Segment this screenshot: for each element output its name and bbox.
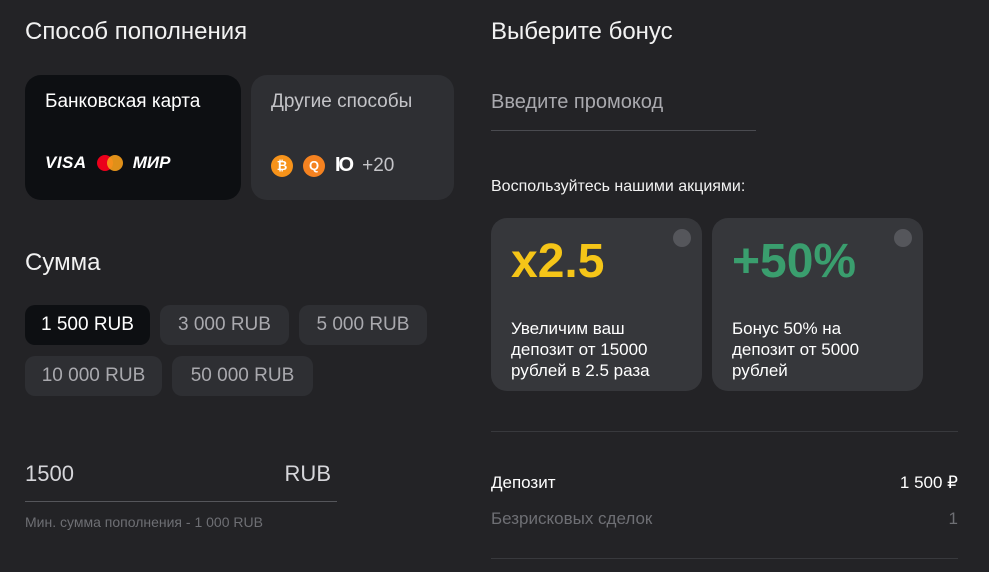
amount-currency: RUB — [284, 461, 331, 486]
other-method-icons: ₿ Q IO +20 — [271, 154, 394, 177]
amount-heading: Сумма — [25, 249, 101, 276]
promo-code-placeholder: Введите промокод — [491, 91, 664, 113]
amount-chip-50000[interactable]: 50 000 RUB — [172, 356, 313, 396]
bitcoin-icon: ₿ — [271, 154, 293, 177]
bonus-value: x2.5 — [511, 235, 605, 288]
amount-chip-5000[interactable]: 5 000 RUB — [299, 305, 427, 345]
bonus-description: Увеличим ваш депозит от 15000 рублей в 2… — [511, 319, 650, 380]
other-methods-label: Другие способы — [271, 91, 413, 112]
deposit-value: 1 500 ₽ — [899, 473, 958, 492]
bonus-heading: Выберите бонус — [491, 18, 673, 45]
bonus-value: +50% — [732, 235, 857, 288]
riskfree-value: 1 — [948, 509, 958, 528]
mir-logo: МИР — [132, 153, 171, 172]
bonus-description: Бонус 50% на депозит от 5000 рублей — [732, 319, 860, 380]
divider — [491, 558, 958, 559]
radio-icon[interactable] — [894, 229, 912, 247]
promo-code-input[interactable]: Введите промокод — [491, 85, 756, 131]
min-amount-hint: Мин. сумма пополнения - 1 000 RUB — [25, 514, 263, 530]
card-brands: VISA МИР — [45, 153, 170, 173]
yoomoney-icon: IO — [335, 154, 354, 176]
mastercard-icon — [96, 155, 123, 171]
bonus-offer-50-percent[interactable]: +50% Бонус 50% на депозит от 5000 рублей — [712, 218, 923, 391]
visa-logo: VISA — [45, 153, 87, 172]
deposit-label: Депозит — [491, 473, 556, 492]
qiwi-icon: Q — [303, 154, 325, 177]
promotions-label: Воспользуйтесь нашими акциями: — [491, 178, 746, 195]
amount-value: 1500 — [25, 461, 74, 486]
amount-chip-1500[interactable]: 1 500 RUB — [25, 305, 150, 345]
more-methods-count: +20 — [362, 154, 395, 176]
radio-icon[interactable] — [673, 229, 691, 247]
bonus-offer-x2-5[interactable]: x2.5 Увеличим ваш депозит от 15000 рубле… — [491, 218, 702, 391]
amount-chip-3000[interactable]: 3 000 RUB — [160, 305, 289, 345]
riskfree-label: Безрисковых сделок — [491, 509, 653, 528]
bank-card-option[interactable]: Банковская карта VISA МИР — [25, 75, 241, 200]
other-methods-option[interactable]: Другие способы ₿ Q IO +20 — [251, 75, 454, 200]
amount-chip-10000[interactable]: 10 000 RUB — [25, 356, 162, 396]
divider — [491, 431, 958, 432]
bank-card-label: Банковская карта — [45, 91, 201, 112]
payment-method-heading: Способ пополнения — [25, 18, 248, 45]
amount-input[interactable]: 1500 RUB — [25, 455, 337, 502]
